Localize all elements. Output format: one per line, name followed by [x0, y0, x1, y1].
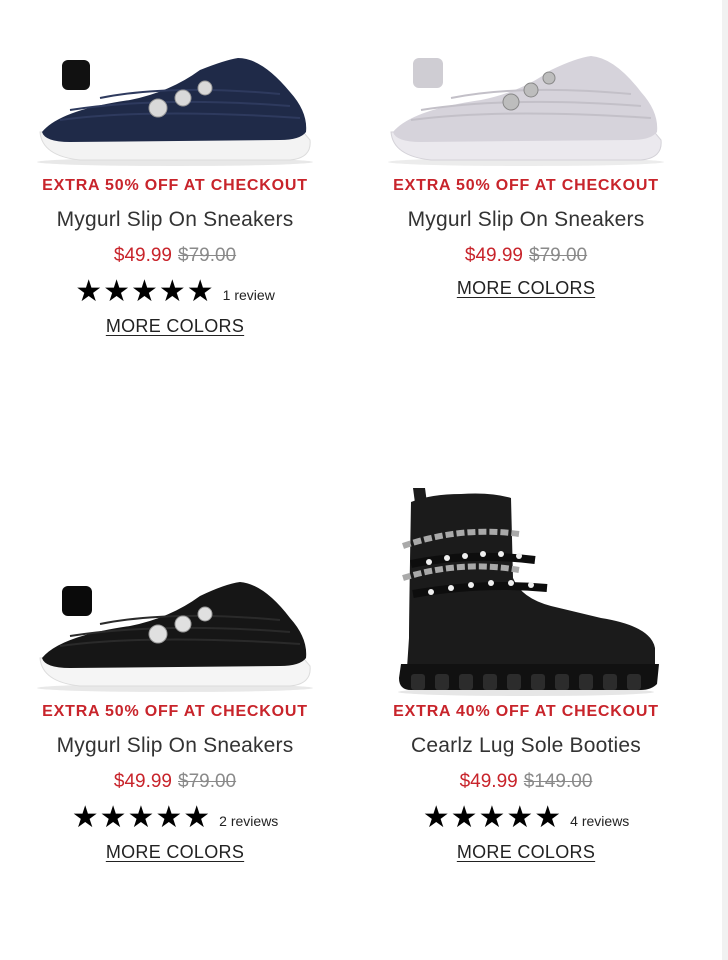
product-card[interactable]: EXTRA 40% OFF AT CHECKOUT Cearlz Lug Sol…: [351, 478, 701, 863]
black-sneaker-image: [37, 582, 313, 692]
price-row: $49.99 $79.00: [351, 242, 701, 270]
sale-price: $49.99: [113, 771, 172, 792]
product-grid: EXTRA 50% OFF AT CHECKOUT Mygurl Slip On…: [0, 0, 722, 960]
sale-price: $49.99: [113, 245, 172, 266]
product-title[interactable]: Mygurl Slip On Sneakers: [351, 206, 701, 234]
product-image[interactable]: [351, 0, 701, 172]
sale-price: $49.99: [464, 245, 523, 266]
product-title[interactable]: Mygurl Slip On Sneakers: [0, 732, 350, 760]
review-count[interactable]: 4 reviews: [570, 813, 629, 829]
navy-sneaker-image: [37, 58, 313, 166]
product-card[interactable]: EXTRA 50% OFF AT CHECKOUT Mygurl Slip On…: [351, 0, 701, 299]
star-rating-icon: ★★★★★: [71, 801, 212, 834]
more-colors-link[interactable]: MORE COLORS: [106, 316, 244, 337]
more-colors-link[interactable]: MORE COLORS: [457, 278, 595, 299]
product-card[interactable]: EXTRA 50% OFF AT CHECKOUT Mygurl Slip On…: [0, 526, 350, 863]
product-title[interactable]: Cearlz Lug Sole Booties: [351, 732, 701, 760]
review-count[interactable]: 1 review: [223, 287, 275, 303]
rating-row[interactable]: ★★★★★ 4 reviews: [351, 802, 701, 834]
product-image[interactable]: [351, 478, 701, 698]
promo-text: EXTRA 40% OFF AT CHECKOUT: [393, 703, 659, 720]
rating-row[interactable]: ★★★★★ 1 review: [0, 276, 350, 308]
promo-text: EXTRA 50% OFF AT CHECKOUT: [393, 177, 659, 194]
original-price: $79.00: [178, 771, 237, 792]
gray-sneaker-image: [388, 56, 664, 166]
rating-row[interactable]: ★★★★★ 2 reviews: [0, 802, 350, 834]
scrollbar[interactable]: [722, 0, 728, 960]
more-colors-link[interactable]: MORE COLORS: [457, 842, 595, 863]
product-title[interactable]: Mygurl Slip On Sneakers: [0, 206, 350, 234]
sale-price: $49.99: [459, 771, 518, 792]
original-price: $79.00: [178, 245, 237, 266]
star-rating-icon: ★★★★★: [422, 801, 563, 834]
promo-text: EXTRA 50% OFF AT CHECKOUT: [42, 703, 308, 720]
review-count[interactable]: 2 reviews: [219, 813, 278, 829]
price-row: $49.99 $79.00: [0, 242, 350, 270]
price-row: $49.99 $79.00: [0, 768, 350, 796]
more-colors-link[interactable]: MORE COLORS: [106, 842, 244, 863]
black-bootie-image: [398, 488, 659, 696]
star-rating-icon: ★★★★★: [75, 275, 215, 308]
product-card[interactable]: EXTRA 50% OFF AT CHECKOUT Mygurl Slip On…: [0, 0, 350, 337]
promo-text: EXTRA 50% OFF AT CHECKOUT: [42, 177, 308, 194]
original-price: $149.00: [523, 771, 593, 792]
product-image[interactable]: [0, 0, 350, 172]
price-row: $49.99 $149.00: [351, 768, 701, 796]
product-image[interactable]: [0, 526, 350, 698]
original-price: $79.00: [529, 245, 588, 266]
